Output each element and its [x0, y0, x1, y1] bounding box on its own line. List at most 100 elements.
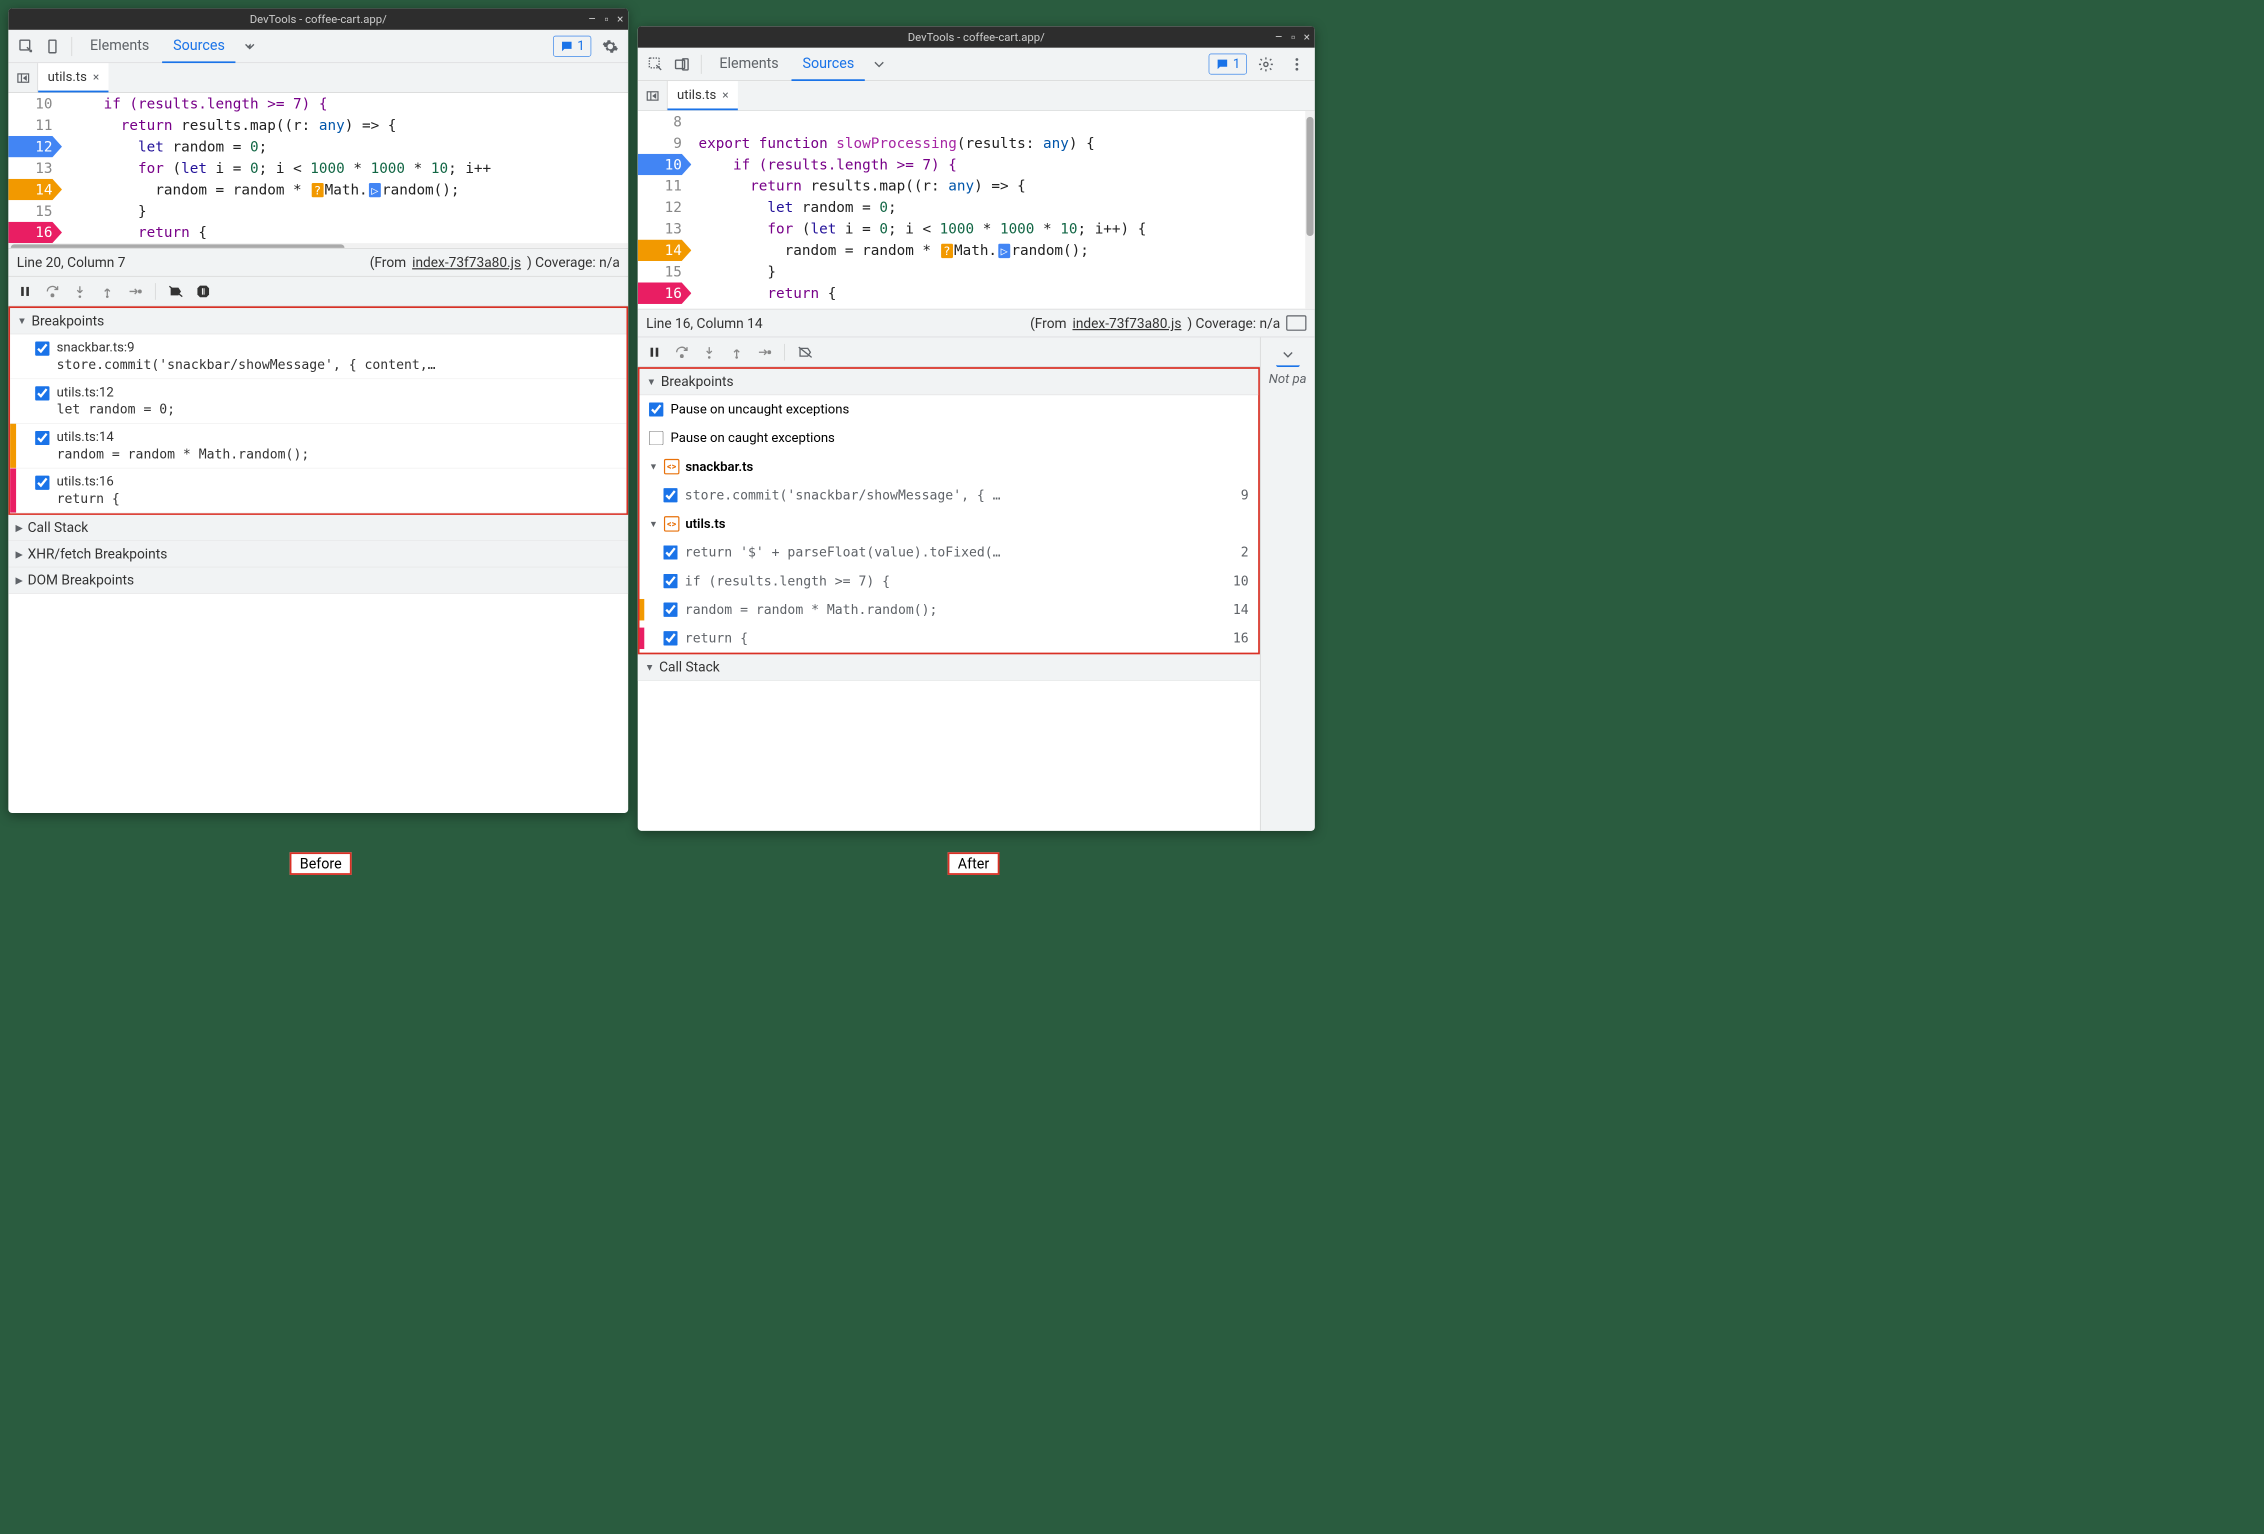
pause-icon[interactable]	[14, 280, 35, 301]
messages-badge[interactable]: 1	[553, 36, 591, 57]
source-link[interactable]: index-73f73a80.js	[1072, 315, 1181, 331]
step-over-icon[interactable]	[671, 341, 692, 362]
line-number[interactable]: 12	[638, 197, 692, 218]
breakpoint-item[interactable]: utils.ts:12let random = 0;	[10, 379, 626, 424]
line-number[interactable]: 8	[638, 111, 692, 132]
bp-item[interactable]: store.commit('snackbar/showMessage', { ……	[640, 481, 1259, 510]
section-breakpoints[interactable]: ▼Breakpoints	[10, 308, 626, 334]
step-out-icon[interactable]	[726, 341, 747, 362]
step-icon[interactable]	[753, 341, 774, 362]
file-tab[interactable]: utils.ts×	[668, 81, 739, 110]
bp-item[interactable]: random = random * Math.random();14	[640, 595, 1259, 624]
breakpoint-item[interactable]: utils.ts:14random = random * Math.random…	[10, 424, 626, 469]
file-tabs: utils.ts×	[638, 81, 1315, 111]
breakpoint-line[interactable]: 10	[638, 154, 692, 175]
bp-item[interactable]: return '$' + parseFloat(value).toFixed(……	[640, 538, 1259, 567]
separator	[701, 55, 702, 74]
pause-uncaught-row[interactable]: Pause on uncaught exceptions	[640, 395, 1259, 424]
tab-sources[interactable]: Sources	[162, 30, 235, 63]
line-number[interactable]: 13	[638, 218, 692, 239]
bp-checkbox[interactable]	[35, 386, 49, 400]
line-number[interactable]: 11	[638, 175, 692, 196]
separator	[72, 37, 73, 56]
more-tabs-icon[interactable]	[867, 52, 891, 76]
bp-group[interactable]: ▼<>snackbar.ts	[640, 452, 1259, 481]
more-icon[interactable]	[1285, 52, 1309, 76]
breakpoint-item[interactable]: snackbar.ts:9store.commit('snackbar/show…	[10, 334, 626, 379]
more-tabs-icon[interactable]	[1276, 343, 1300, 367]
line-number[interactable]: 13	[8, 157, 62, 178]
logpoint-line[interactable]: 16	[8, 222, 62, 243]
close-tab-icon[interactable]: ×	[722, 88, 728, 102]
bp-checkbox[interactable]	[35, 431, 49, 445]
inspect-icon[interactable]	[644, 52, 668, 76]
section-xhr[interactable]: ▶XHR/fetch Breakpoints	[8, 541, 628, 567]
close-tab-icon[interactable]: ×	[93, 70, 99, 84]
close-icon[interactable]: ×	[1304, 31, 1310, 43]
section-callstack[interactable]: ▶Call Stack	[8, 515, 628, 541]
checkbox[interactable]	[663, 603, 677, 617]
file-tab[interactable]: utils.ts×	[38, 63, 109, 92]
inspect-icon[interactable]	[14, 34, 38, 58]
conditional-breakpoint-line[interactable]: 14	[8, 179, 62, 200]
settings-icon[interactable]	[1254, 52, 1278, 76]
expand-icon: ▶	[15, 522, 22, 533]
breakpoint-item[interactable]: utils.ts:16return {	[10, 468, 626, 513]
checkbox[interactable]	[649, 402, 663, 416]
section-callstack[interactable]: ▼Call Stack	[638, 654, 1260, 680]
minimize-icon[interactable]: –	[1275, 31, 1283, 43]
line-number[interactable]: 15	[8, 200, 62, 221]
minimize-icon[interactable]: –	[588, 13, 596, 25]
pause-exceptions-icon[interactable]	[193, 280, 214, 301]
code-editor[interactable]: 8 9export function slowProcessing(result…	[638, 111, 1315, 309]
tab-elements[interactable]: Elements	[79, 30, 160, 63]
close-icon[interactable]: ×	[617, 13, 623, 25]
line-number[interactable]: 9	[638, 132, 692, 153]
bp-group[interactable]: ▼<>utils.ts	[640, 510, 1259, 539]
pause-caught-row[interactable]: Pause on caught exceptions	[640, 424, 1259, 453]
deactivate-breakpoints-icon[interactable]	[165, 280, 186, 301]
bp-checkbox[interactable]	[35, 476, 49, 490]
device-icon[interactable]	[41, 34, 65, 58]
line-number[interactable]: 10	[8, 93, 62, 114]
checkbox[interactable]	[663, 545, 677, 559]
checkbox[interactable]	[663, 488, 677, 502]
maximize-icon[interactable]: ▫	[1291, 31, 1295, 43]
scrollbar-vertical[interactable]	[1305, 111, 1315, 309]
line-number[interactable]: 15	[638, 261, 692, 282]
deactivate-breakpoints-icon[interactable]	[794, 341, 815, 362]
device-icon[interactable]	[670, 52, 694, 76]
messages-badge[interactable]: 1	[1208, 54, 1246, 75]
step-into-icon[interactable]	[69, 280, 90, 301]
navigator-toggle-icon[interactable]	[8, 63, 38, 92]
bp-item[interactable]: return {16	[640, 624, 1259, 653]
bp-item[interactable]: if (results.length >= 7) {10	[640, 567, 1259, 596]
tab-elements[interactable]: Elements	[709, 47, 790, 80]
checkbox[interactable]	[663, 631, 677, 645]
settings-icon[interactable]	[598, 34, 622, 58]
section-dom[interactable]: ▶DOM Breakpoints	[8, 567, 628, 593]
step-icon[interactable]	[124, 280, 145, 301]
scrollbar-horizontal[interactable]	[8, 243, 628, 248]
expand-icon: ▶	[15, 548, 22, 559]
checkbox[interactable]	[649, 431, 663, 445]
pause-icon[interactable]	[644, 341, 665, 362]
logpoint-line[interactable]: 16	[638, 283, 692, 304]
checkbox[interactable]	[663, 574, 677, 588]
section-breakpoints[interactable]: ▼Breakpoints	[640, 369, 1259, 395]
tab-sources[interactable]: Sources	[792, 47, 865, 80]
breakpoint-line[interactable]: 12	[8, 136, 62, 157]
step-over-icon[interactable]	[42, 280, 63, 301]
code-editor[interactable]: 10 if (results.length >= 7) { 11 return …	[8, 93, 628, 248]
toggle-panel-icon[interactable]	[1286, 315, 1306, 330]
step-out-icon[interactable]	[97, 280, 118, 301]
maximize-icon[interactable]: ▫	[604, 13, 608, 25]
source-link[interactable]: index-73f73a80.js	[412, 254, 521, 270]
conditional-breakpoint-line[interactable]: 14	[638, 240, 692, 261]
line-number[interactable]: 11	[8, 114, 62, 135]
bp-checkbox[interactable]	[35, 342, 49, 356]
navigator-toggle-icon[interactable]	[638, 81, 668, 110]
step-into-icon[interactable]	[699, 341, 720, 362]
not-paused-label: Not pa	[1262, 367, 1314, 391]
more-tabs-icon[interactable]	[238, 34, 262, 58]
